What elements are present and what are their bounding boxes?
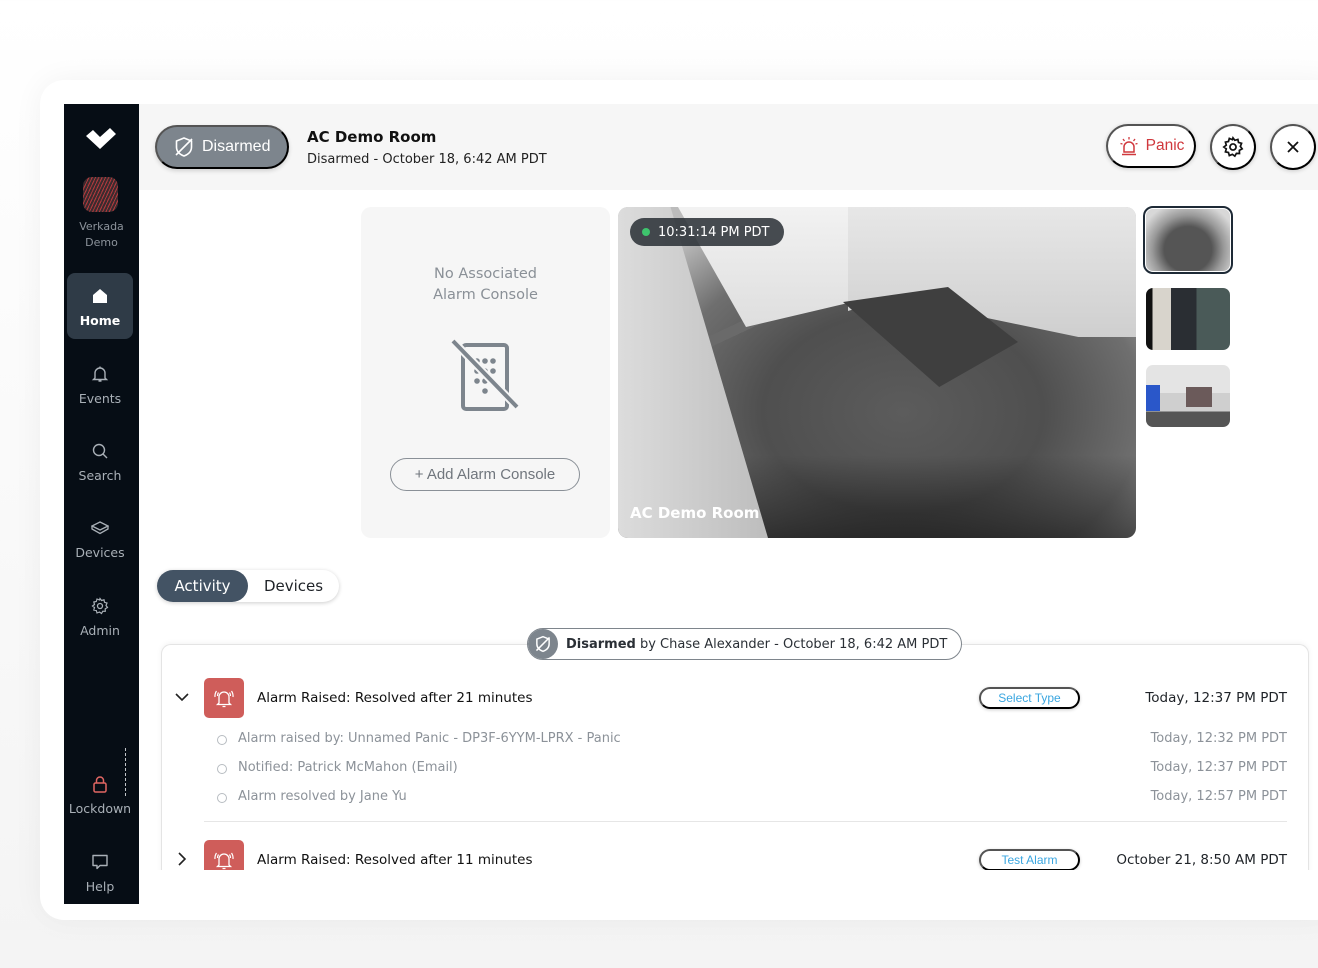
event-time: Today, 12:37 PM PDT	[1145, 690, 1287, 706]
close-icon	[1287, 141, 1299, 153]
camera-timestamp-text: 10:31:14 PM PDT	[658, 224, 770, 240]
sidebar-item-label: Lockdown	[68, 801, 132, 816]
sidebar-item-lockdown[interactable]: Lockdown	[67, 761, 133, 827]
close-button[interactable]	[1270, 124, 1316, 170]
shield-disarmed-icon	[528, 629, 558, 659]
camera-thumbnail-2[interactable]	[1146, 288, 1230, 350]
sidebar-item-label: Home	[79, 313, 121, 328]
camera-name: AC Demo Room	[630, 504, 760, 522]
keypad-off-icon	[450, 339, 520, 411]
camera-thumbnail-3[interactable]	[1146, 365, 1230, 427]
settings-button[interactable]	[1210, 124, 1256, 170]
home-icon	[93, 289, 107, 303]
page-subtitle: Disarmed - October 18, 6:42 AM PDT	[307, 152, 547, 167]
event-detail-time: Today, 12:37 PM PDT	[1150, 760, 1287, 775]
sidebar-item-events[interactable]: Events	[67, 351, 133, 417]
timeline-dot-icon	[217, 735, 227, 745]
tab-group: Activity Devices	[157, 570, 339, 602]
event-detail-time: Today, 12:32 PM PDT	[1150, 731, 1287, 746]
panic-button[interactable]: Panic	[1106, 124, 1196, 168]
arm-status-label: Disarmed	[202, 138, 271, 155]
alarm-bell-icon	[204, 678, 244, 718]
sidebar-item-search[interactable]: Search	[67, 428, 133, 494]
sidebar-item-label: Events	[78, 391, 122, 406]
alarm-type-button[interactable]: Test Alarm	[979, 849, 1080, 871]
event-divider	[204, 821, 1287, 822]
camera-feed[interactable]: 10:31:14 PM PDT AC Demo Room	[618, 207, 1136, 538]
banner-status: Disarmed	[566, 636, 636, 652]
org-name: Verkada Demo	[79, 220, 124, 249]
add-alarm-console-button[interactable]: + Add Alarm Console	[390, 458, 580, 491]
shield-disarmed-icon	[175, 137, 193, 157]
sidebar-item-devices[interactable]: Devices	[67, 505, 133, 571]
event-detail-item: Alarm resolved by Jane Yu Today, 12:57 P…	[161, 788, 1309, 808]
event-detail-item: Alarm raised by: Unnamed Panic - DP3F-6Y…	[161, 730, 1309, 750]
gear-icon	[91, 597, 109, 615]
no-console-line1: No Associated	[434, 266, 537, 282]
event-detail-text: Alarm resolved by Jane Yu	[238, 789, 407, 804]
panic-label: Panic	[1145, 137, 1185, 154]
app-window: Verkada Demo Home Events Search Devices …	[64, 104, 1318, 904]
event-title: Alarm Raised: Resolved after 21 minutes	[257, 690, 533, 706]
chevron-right-icon[interactable]	[173, 850, 191, 868]
disarmed-banner: Disarmed by Chase Alexander - October 18…	[527, 628, 963, 660]
timeline-connector	[125, 748, 126, 796]
chevron-down-icon[interactable]	[173, 688, 191, 706]
no-console-message: No Associated Alarm Console	[361, 264, 610, 306]
bell-icon	[91, 366, 109, 382]
event-time: October 21, 8:50 AM PDT	[1116, 852, 1287, 868]
tab-devices[interactable]: Devices	[248, 570, 339, 602]
devices-icon	[91, 521, 109, 535]
gear-icon	[1222, 136, 1244, 158]
event-detail-text: Alarm raised by: Unnamed Panic - DP3F-6Y…	[238, 731, 621, 746]
timeline-dot-icon	[217, 793, 227, 803]
live-indicator-icon	[642, 228, 650, 236]
org-avatar[interactable]	[83, 177, 118, 212]
no-console-line2: Alarm Console	[433, 287, 538, 303]
verkada-logo-icon[interactable]	[84, 128, 118, 150]
scroll-cutoff	[139, 870, 1318, 904]
header: Disarmed AC Demo Room Disarmed - October…	[139, 104, 1318, 190]
sidebar-item-help[interactable]: Help	[67, 839, 133, 904]
arm-status-button[interactable]: Disarmed	[155, 125, 289, 169]
banner-detail: by Chase Alexander - October 18, 6:42 AM…	[639, 636, 948, 652]
siren-icon	[1119, 137, 1138, 156]
sidebar-item-label: Devices	[75, 545, 125, 560]
search-icon	[92, 443, 108, 459]
sidebar-item-home[interactable]: Home	[67, 273, 133, 339]
timeline-dot-icon	[217, 764, 227, 774]
sidebar-item-label: Admin	[80, 623, 120, 638]
chat-icon	[92, 854, 108, 870]
event-row[interactable]: Alarm Raised: Resolved after 21 minutes …	[161, 678, 1309, 718]
sidebar-item-label: Help	[85, 879, 115, 894]
sidebar-item-admin[interactable]: Admin	[67, 583, 133, 649]
tab-activity[interactable]: Activity	[157, 570, 248, 602]
event-detail-item: Notified: Patrick McMahon (Email) Today,…	[161, 759, 1309, 779]
camera-thumbnail-1[interactable]	[1143, 206, 1233, 274]
event-title: Alarm Raised: Resolved after 11 minutes	[257, 852, 533, 868]
sidebar-item-label: Search	[78, 468, 122, 483]
event-detail-time: Today, 12:57 PM PDT	[1150, 789, 1287, 804]
alarm-console-card: No Associated Alarm Console + Add Alarm …	[361, 207, 610, 538]
camera-timestamp: 10:31:14 PM PDT	[630, 218, 784, 246]
sidebar: Verkada Demo Home Events Search Devices …	[64, 104, 139, 904]
select-type-button[interactable]: Select Type	[979, 687, 1080, 709]
event-detail-text: Notified: Patrick McMahon (Email)	[238, 760, 458, 775]
page-title: AC Demo Room	[307, 128, 437, 146]
lock-icon	[93, 776, 107, 793]
